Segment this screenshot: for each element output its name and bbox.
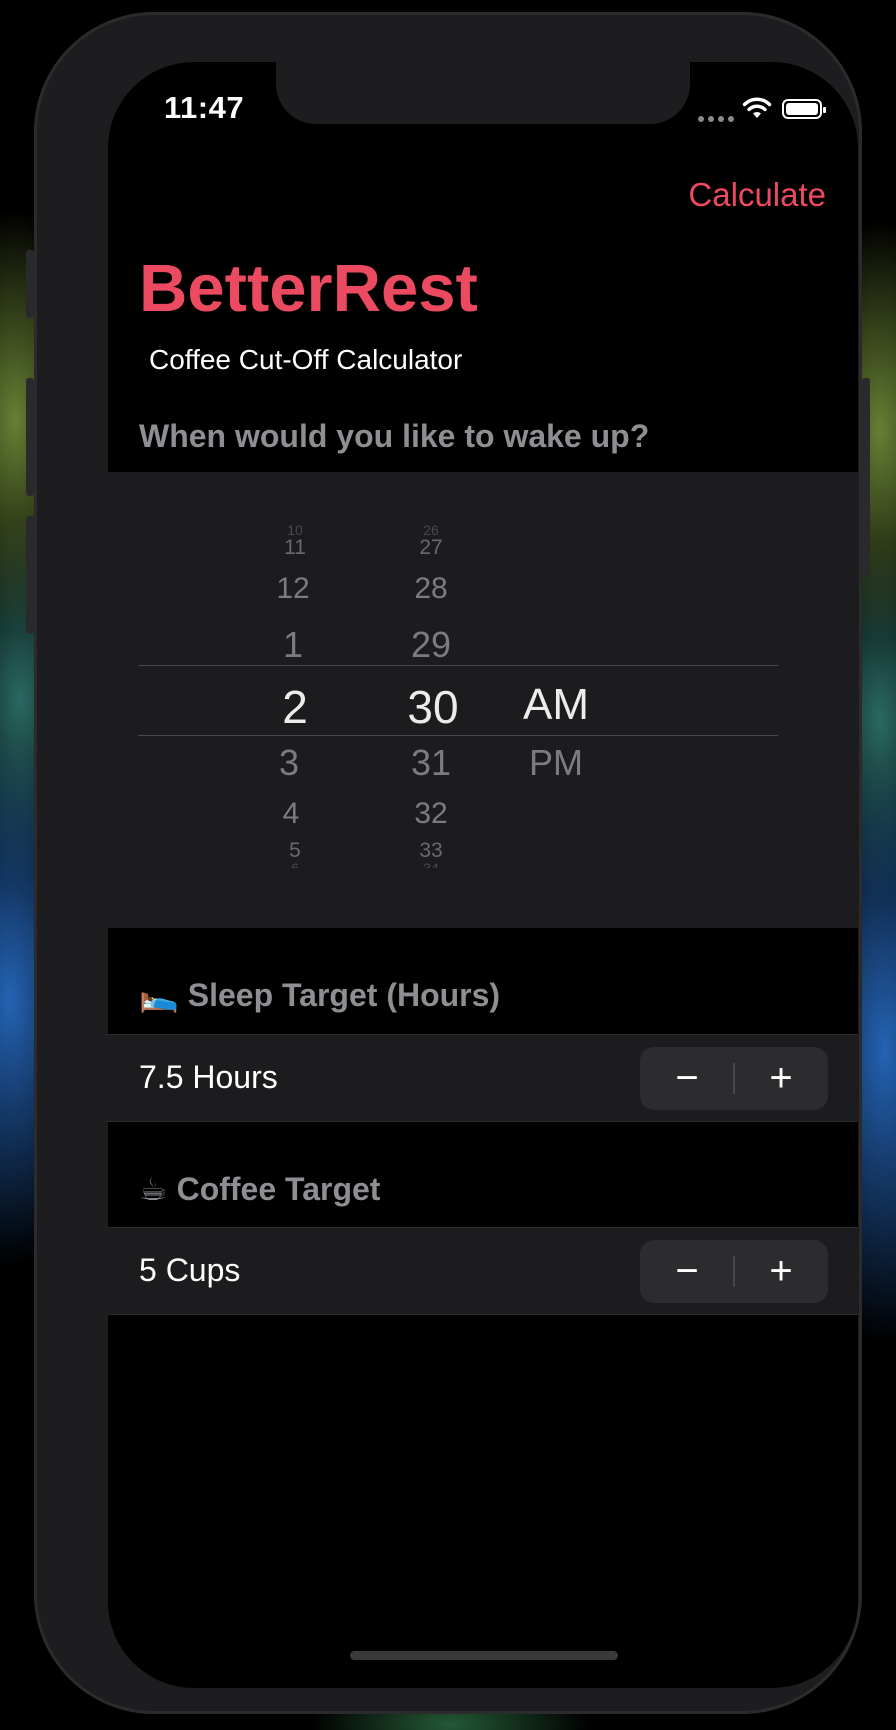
power-button bbox=[862, 378, 870, 576]
picker-hour-item[interactable]: 11 bbox=[240, 536, 350, 560]
picker-minute-item[interactable]: 29 bbox=[376, 624, 486, 666]
coffee-target-row: 5 Cups − + bbox=[108, 1227, 858, 1315]
picker-minute-item[interactable]: 31 bbox=[376, 742, 486, 784]
picker-hour-item[interactable]: 3 bbox=[234, 742, 344, 784]
sleep-section-header: 🛌 Sleep Target (Hours) bbox=[139, 977, 501, 1013]
coffee-increment-button[interactable]: + bbox=[734, 1240, 828, 1303]
calculate-button[interactable]: Calculate bbox=[688, 176, 826, 214]
wifi-icon bbox=[742, 97, 772, 118]
phone-frame: 11:47 Calculate BetterRest Coffee Cut-Of… bbox=[34, 12, 862, 1714]
coffee-target-value: 5 Cups bbox=[139, 1252, 241, 1288]
picker-hour-item[interactable]: 4 bbox=[236, 797, 346, 831]
status-time: 11:47 bbox=[164, 90, 245, 125]
picker-minute-item[interactable]: 34 bbox=[376, 860, 486, 868]
picker-minute-item[interactable]: 32 bbox=[376, 797, 486, 831]
picker-hour-item[interactable]: 1 bbox=[238, 624, 348, 666]
picker-hour-selected[interactable]: 2 bbox=[240, 680, 350, 734]
minus-icon: − bbox=[675, 1056, 699, 1100]
sleep-target-stepper: − + bbox=[640, 1047, 828, 1110]
app-screen: 11:47 Calculate BetterRest Coffee Cut-Of… bbox=[108, 62, 858, 1688]
coffee-section-header: ☕ Coffee Target bbox=[139, 1171, 381, 1207]
battery-icon bbox=[782, 99, 826, 119]
cellular-signal-icon bbox=[698, 116, 738, 122]
picker-minute-item[interactable]: 27 bbox=[376, 536, 486, 560]
coffee-target-stepper: − + bbox=[640, 1240, 828, 1303]
page-title: BetterRest bbox=[139, 251, 478, 326]
volume-up-button bbox=[26, 378, 34, 496]
home-indicator[interactable] bbox=[350, 1651, 618, 1660]
mute-switch bbox=[26, 250, 34, 318]
wake-time-picker[interactable]: 10 11 12 1 2 3 4 5 6 26 27 28 29 30 31 3… bbox=[108, 472, 858, 928]
coffee-decrement-button[interactable]: − bbox=[640, 1240, 734, 1303]
sleep-target-row: 7.5 Hours − + bbox=[108, 1034, 858, 1122]
sleep-increment-button[interactable]: + bbox=[734, 1047, 828, 1110]
sleep-target-value: 7.5 Hours bbox=[139, 1059, 278, 1095]
notch bbox=[276, 62, 690, 124]
sleep-decrement-button[interactable]: − bbox=[640, 1047, 734, 1110]
wake-section-header: When would you like to wake up? bbox=[139, 418, 650, 454]
minus-icon: − bbox=[675, 1249, 699, 1293]
picker-period-item[interactable]: PM bbox=[501, 742, 611, 784]
picker-minute-selected[interactable]: 30 bbox=[378, 680, 488, 734]
plus-icon: + bbox=[769, 1056, 793, 1100]
picker-hour-item[interactable]: 6 bbox=[240, 860, 350, 868]
page-subtitle: Coffee Cut-Off Calculator bbox=[149, 344, 463, 375]
picker-hour-item[interactable]: 12 bbox=[238, 572, 348, 606]
picker-period-selected[interactable]: AM bbox=[501, 680, 611, 730]
picker-minute-item[interactable]: 28 bbox=[376, 572, 486, 606]
volume-down-button bbox=[26, 516, 34, 634]
plus-icon: + bbox=[769, 1249, 793, 1293]
picker-selection-bottom-line bbox=[138, 735, 778, 736]
